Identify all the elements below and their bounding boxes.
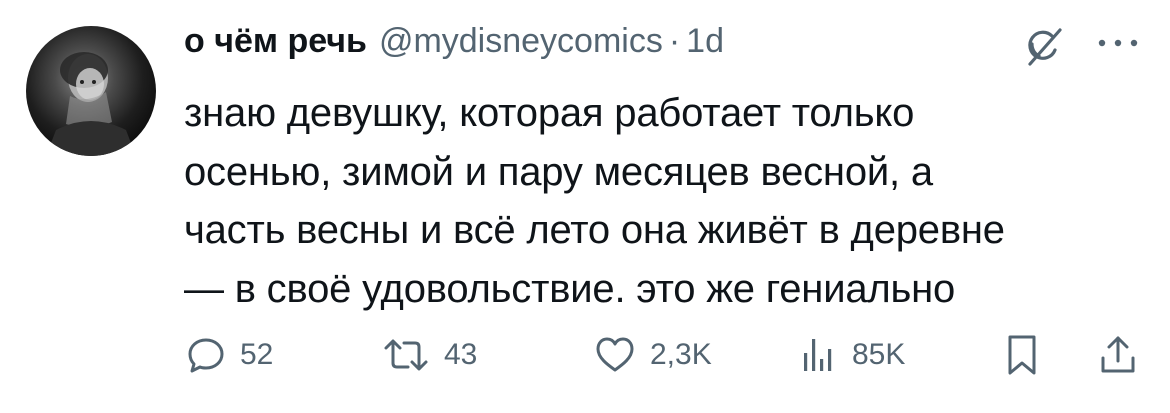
heart-icon [594, 335, 636, 375]
share-icon [1098, 334, 1138, 376]
author-name[interactable]: о чём речь [184, 22, 367, 61]
author-handle[interactable]: @mydisneycomics [379, 22, 663, 61]
tweet[interactable]: о чём речь @mydisneycomics · 1d знаю дев… [0, 0, 1170, 413]
avatar[interactable] [26, 26, 156, 156]
like-button[interactable]: 2,3K [594, 330, 712, 380]
tweet-actions: 52 43 2,3K 85K [186, 330, 1146, 380]
tweet-timestamp[interactable]: 1d [686, 22, 724, 61]
more-icon[interactable] [1096, 36, 1140, 50]
views-button[interactable]: 85K [798, 330, 905, 380]
views-chart-icon [798, 335, 838, 375]
tweet-header: о чём речь @mydisneycomics · 1d [184, 22, 724, 70]
views-count: 85K [852, 338, 906, 371]
reply-icon [186, 335, 226, 375]
share-button[interactable] [1098, 330, 1138, 380]
bookmark-icon [1004, 333, 1040, 377]
bookmark-button[interactable] [1004, 330, 1040, 380]
retweet-count: 43 [444, 338, 478, 371]
avatar-photo [46, 52, 136, 156]
grok-icon[interactable] [1022, 26, 1064, 68]
tweet-text: знаю девушку, которая работает только ос… [184, 91, 1005, 311]
separator-dot: · [668, 22, 681, 60]
retweet-button[interactable]: 43 [382, 330, 477, 380]
reply-button[interactable]: 52 [186, 330, 273, 380]
reply-count: 52 [240, 338, 274, 371]
retweet-icon [382, 335, 430, 375]
like-count: 2,3K [650, 338, 712, 371]
